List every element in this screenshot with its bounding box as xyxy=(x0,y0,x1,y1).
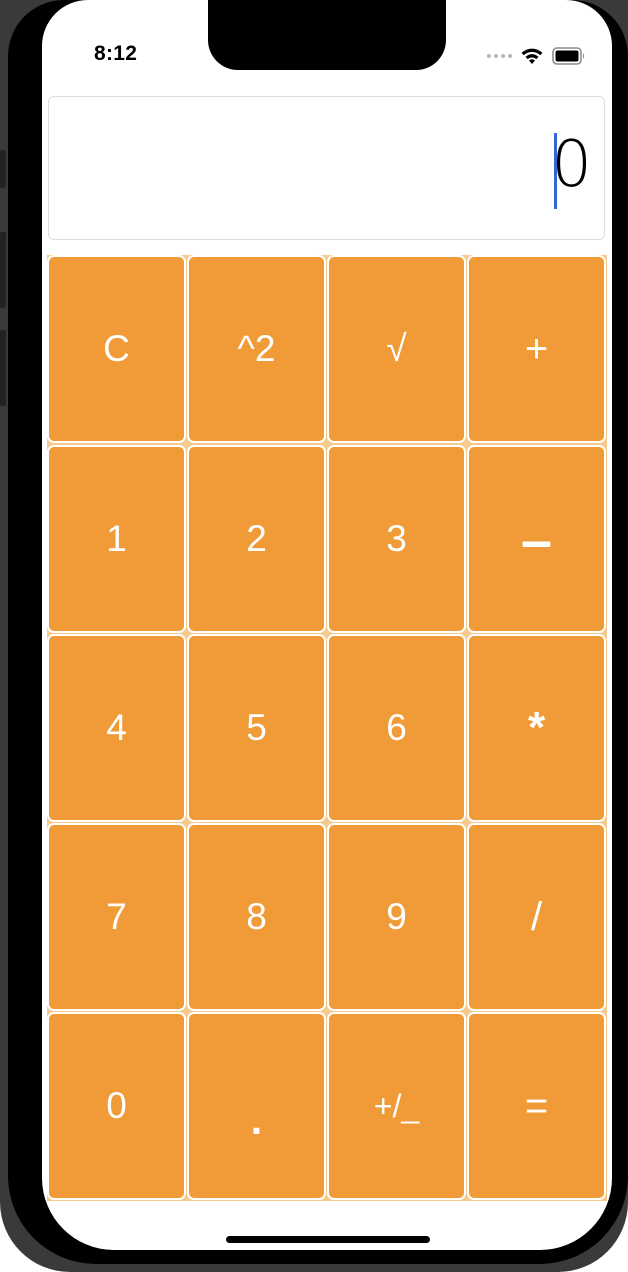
digit-2-button[interactable]: 2 xyxy=(189,447,324,631)
digit-3-button[interactable]: 3 xyxy=(329,447,464,631)
digit-6-button[interactable]: 6 xyxy=(329,636,464,820)
mute-switch xyxy=(0,150,6,188)
volume-up-button xyxy=(0,232,6,308)
digit-8-button[interactable]: 8 xyxy=(189,825,324,1009)
digit-9-button[interactable]: 9 xyxy=(329,825,464,1009)
digit-0-button[interactable]: 0 xyxy=(49,1014,184,1198)
digit-4-button[interactable]: 4 xyxy=(49,636,184,820)
square-button[interactable]: ^2 xyxy=(189,257,324,441)
wifi-icon xyxy=(521,48,543,64)
sign-toggle-button[interactable]: +/_ xyxy=(329,1014,464,1198)
plus-button[interactable]: + xyxy=(469,257,604,441)
clear-button[interactable]: C xyxy=(49,257,184,441)
display-value: 0 xyxy=(551,128,592,202)
device-bezel: 8:12 0 C ^2 √ +1 2 3 – 4 5 6 * 7 8 9 / 0… xyxy=(8,0,628,1264)
divide-button[interactable]: / xyxy=(469,825,604,1009)
digit-1-button[interactable]: 1 xyxy=(49,447,184,631)
notch xyxy=(208,0,446,70)
equals-button[interactable]: = xyxy=(469,1014,604,1198)
decimal-button[interactable]: . xyxy=(189,1014,324,1198)
minus-button[interactable]: – xyxy=(469,447,604,631)
device-frame: 8:12 0 C ^2 √ +1 2 3 – 4 5 6 * 7 8 9 / 0… xyxy=(0,0,628,1272)
digit-7-button[interactable]: 7 xyxy=(49,825,184,1009)
home-indicator[interactable] xyxy=(226,1236,430,1243)
volume-down-button xyxy=(0,330,6,406)
status-icons xyxy=(487,45,586,67)
sqrt-button[interactable]: √ xyxy=(329,257,464,441)
status-time: 8:12 xyxy=(94,42,138,65)
screen: 8:12 0 C ^2 √ +1 2 3 – 4 5 6 * 7 8 9 / 0… xyxy=(42,0,612,1250)
battery-icon xyxy=(552,47,585,65)
keypad: C ^2 √ +1 2 3– 4 5 6 * 7 8 9/ 0. +/_ = xyxy=(47,255,607,1201)
multiply-button[interactable]: * xyxy=(469,636,604,820)
calculator-display[interactable]: 0 xyxy=(48,96,605,240)
cellular-dots-icon xyxy=(487,54,512,58)
digit-5-button[interactable]: 5 xyxy=(189,636,324,820)
